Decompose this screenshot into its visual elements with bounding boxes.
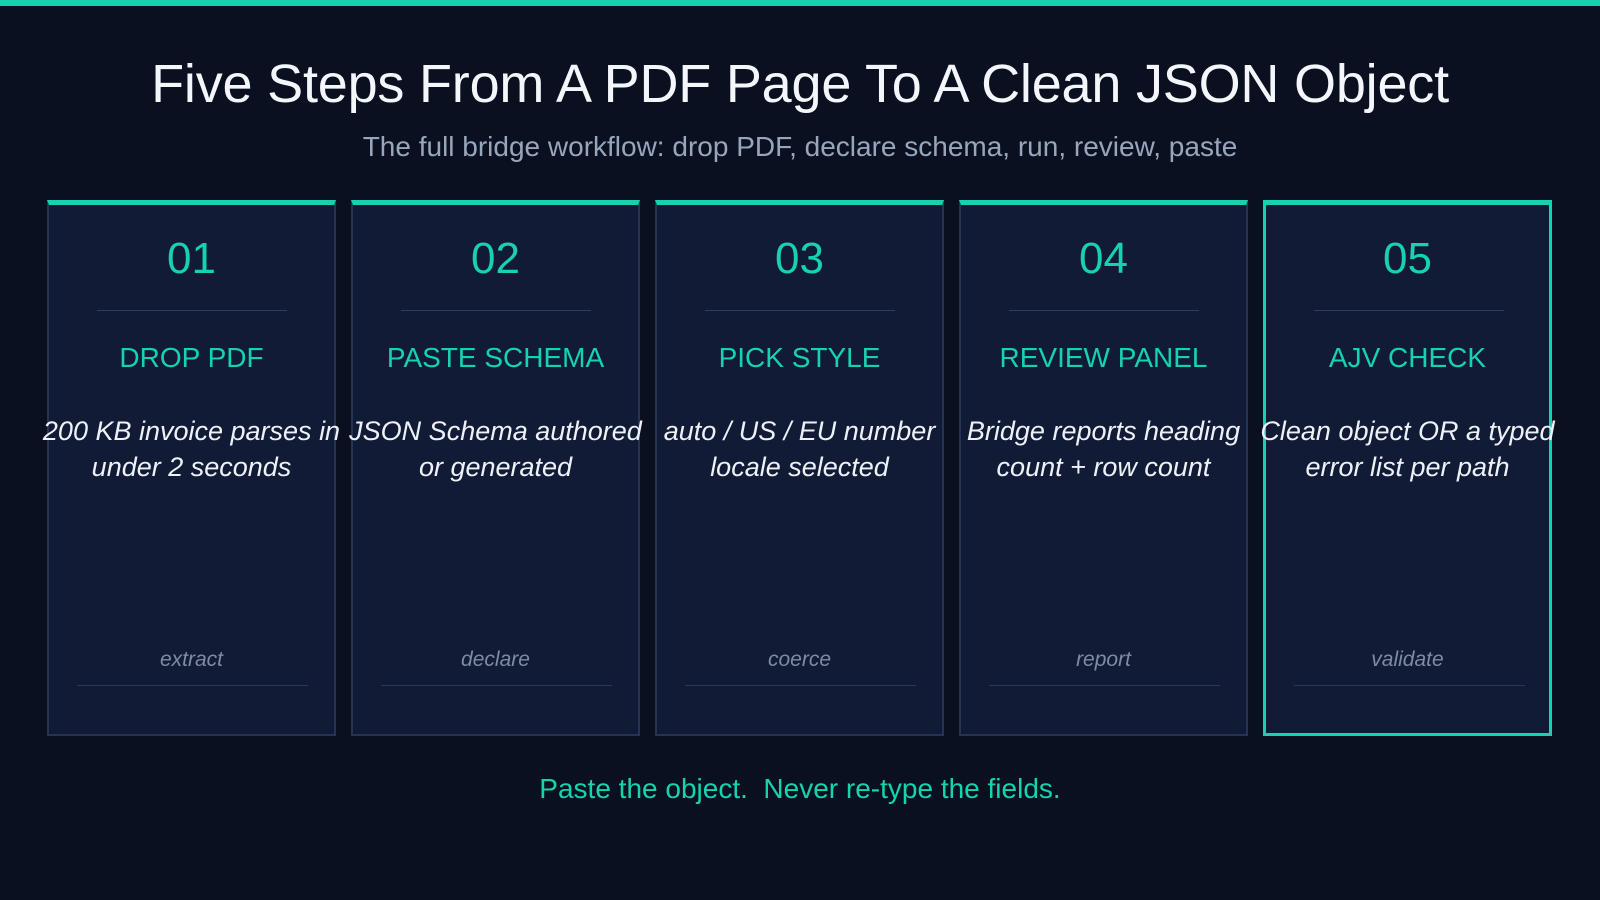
step-title: PICK STYLE (718, 342, 881, 373)
divider (381, 685, 612, 686)
step-title: PASTE SCHEMA (386, 342, 605, 373)
divider (1314, 310, 1504, 311)
page-subtitle: The full bridge workflow: drop PDF, decl… (362, 131, 1238, 162)
footer-tagline: Paste the object. Never re-type the fiel… (539, 773, 1061, 804)
divider (1294, 685, 1525, 686)
step-description: Bridge reports heading count + row count (966, 416, 1241, 482)
step-verb: declare (461, 648, 530, 671)
step-title: DROP PDF (119, 342, 264, 373)
step-card-1: 01 DROP PDF 200 KB invoice parses in und… (43, 200, 340, 736)
step-description: 200 KB invoice parses in under 2 seconds (42, 416, 341, 482)
divider (97, 310, 287, 311)
step-description: JSON Schema authored or generated (349, 416, 642, 482)
steps-row: 01 DROP PDF 200 KB invoice parses in und… (43, 200, 1555, 740)
step-title: AJV CHECK (1328, 342, 1487, 373)
step-description: auto / US / EU number locale selected (663, 416, 936, 482)
step-verb: report (1076, 648, 1131, 671)
step-card-4: 04 REVIEW PANEL Bridge reports heading c… (959, 200, 1248, 736)
divider (77, 685, 308, 686)
step-card-2: 02 PASTE SCHEMA JSON Schema authored or … (349, 200, 642, 736)
divider (401, 310, 591, 311)
step-verb: validate (1371, 648, 1444, 671)
step-verb: coerce (767, 648, 832, 671)
top-accent-bar (0, 0, 1600, 6)
step-card-5: 05 AJV CHECK Clean object OR a typed err… (1260, 200, 1555, 736)
divider (685, 685, 916, 686)
step-card-3: 03 PICK STYLE auto / US / EU number loca… (655, 200, 944, 736)
step-number: 04 (1079, 234, 1128, 283)
step-number: 05 (1383, 234, 1432, 283)
divider (705, 310, 895, 311)
step-description: Clean object OR a typed error list per p… (1260, 416, 1555, 482)
divider (1009, 310, 1199, 311)
step-number: 03 (775, 234, 824, 283)
step-number: 02 (471, 234, 520, 283)
step-number: 01 (167, 234, 216, 283)
divider (989, 685, 1220, 686)
page-title: Five Steps From A PDF Page To A Clean JS… (151, 54, 1449, 114)
step-title: REVIEW PANEL (999, 342, 1208, 373)
step-verb: extract (159, 648, 224, 671)
